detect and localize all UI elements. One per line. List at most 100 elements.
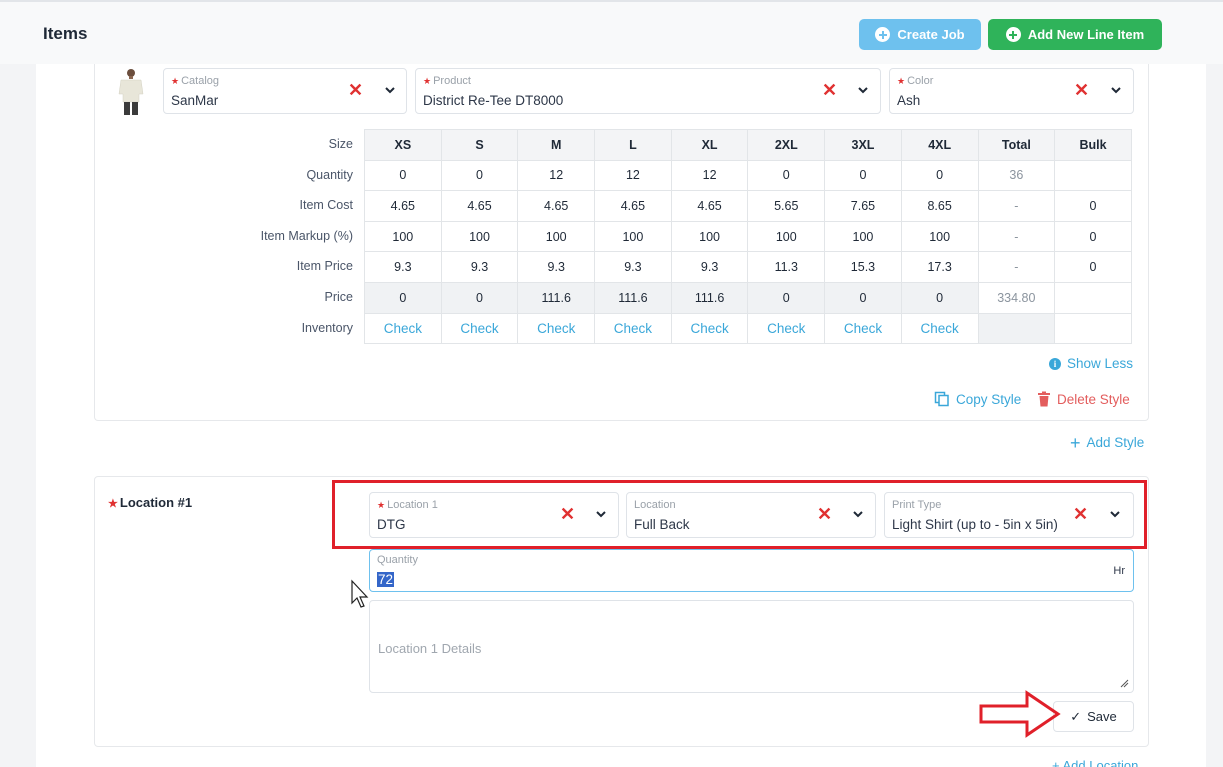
copy-style-link[interactable]: Copy Style <box>934 391 1021 407</box>
quantity-input[interactable]: Quantity 72 Hr <box>369 549 1134 592</box>
delete-style-label: Delete Style <box>1057 391 1130 407</box>
location-details-placeholder: Location 1 Details <box>378 641 482 656</box>
add-new-line-item-button[interactable]: Add New Line Item <box>988 19 1162 50</box>
quantity-cell[interactable]: 0 <box>747 159 826 192</box>
show-less-label: Show Less <box>1067 356 1134 371</box>
price-cell: 0 <box>747 281 826 314</box>
quantity-cell[interactable]: 0 <box>364 159 442 192</box>
quantity-cell[interactable]: 0 <box>900 159 979 192</box>
item-cost-cell[interactable]: 4.65 <box>517 190 596 222</box>
catalog-select[interactable]: ★ Catalog SanMar ✕ <box>163 68 407 114</box>
location-details-textarea[interactable]: Location 1 Details <box>369 600 1134 693</box>
size-header: 3XL <box>824 129 902 161</box>
item-cost-cell[interactable]: 4.65 <box>670 190 749 222</box>
price-cell: 111.6 <box>517 281 596 314</box>
product-thumbnail <box>118 69 144 115</box>
page-title: Items <box>43 24 88 43</box>
item-price-cell[interactable]: 11.3 <box>747 251 826 283</box>
quantity-value[interactable]: 72 <box>377 572 395 587</box>
item-price-bulk[interactable]: 0 <box>1054 251 1132 283</box>
inventory-check-link[interactable]: Check <box>824 312 902 345</box>
price-cell: 111.6 <box>594 281 672 314</box>
item-price-cell[interactable]: 9.3 <box>364 251 442 283</box>
item-cost-cell[interactable]: 5.65 <box>747 190 826 222</box>
clear-icon[interactable]: ✕ <box>822 80 837 101</box>
item-price-cell[interactable]: 9.3 <box>670 251 749 283</box>
inventory-check-link[interactable]: Check <box>670 312 749 345</box>
item-cost-cell[interactable]: 4.65 <box>364 190 442 222</box>
bulk-header: Bulk <box>1054 129 1132 161</box>
highlight-annotation-box <box>332 480 1147 549</box>
item-cost-cell[interactable]: 7.65 <box>824 190 902 222</box>
item-markup-bulk[interactable]: 0 <box>1054 220 1132 253</box>
item-price-cell[interactable]: 9.3 <box>517 251 596 283</box>
item-price-cell[interactable]: 9.3 <box>594 251 672 283</box>
item-cost-cell[interactable]: 8.65 <box>900 190 979 222</box>
color-select[interactable]: ★ Color Ash ✕ <box>889 68 1134 114</box>
quantity-cell[interactable]: 12 <box>670 159 749 192</box>
add-style-link[interactable]: + Add Style <box>1070 432 1145 453</box>
plus-icon: + <box>1052 758 1063 767</box>
add-style-label: Add Style <box>1086 435 1145 450</box>
price-cell: 0 <box>824 281 902 314</box>
product-select[interactable]: ★ Product District Re-Tee DT8000 ✕ <box>415 68 881 114</box>
size-header: XL <box>670 129 749 161</box>
inventory-check-link[interactable]: Check <box>594 312 672 345</box>
inventory-check-link[interactable]: Check <box>517 312 596 345</box>
item-markup-cell[interactable]: 100 <box>594 220 672 253</box>
item-markup-cell[interactable]: 100 <box>900 220 979 253</box>
item-price-cell[interactable]: 15.3 <box>824 251 902 283</box>
delete-style-link[interactable]: Delete Style <box>1037 391 1130 407</box>
row-label-item-cost: Item Cost <box>299 198 354 213</box>
item-cost-cell[interactable]: 4.65 <box>440 190 519 222</box>
quantity-unit: Hr <box>1113 565 1125 577</box>
clear-icon[interactable]: ✕ <box>1074 80 1089 101</box>
resize-handle-icon[interactable] <box>1120 679 1129 688</box>
chevron-down-icon[interactable] <box>1109 83 1123 97</box>
plus-icon: + <box>1070 432 1081 453</box>
item-markup-cell[interactable]: 100 <box>747 220 826 253</box>
size-header: L <box>594 129 672 161</box>
item-markup-cell[interactable]: 100 <box>440 220 519 253</box>
item-markup-cell[interactable]: 100 <box>670 220 749 253</box>
inventory-check-link[interactable]: Check <box>900 312 979 345</box>
item-cost-row: 4.65 4.65 4.65 4.65 4.65 5.65 7.65 8.65 … <box>364 190 1132 222</box>
quantity-cell[interactable]: 0 <box>440 159 519 192</box>
item-markup-cell[interactable]: 100 <box>364 220 442 253</box>
save-button[interactable]: ✓ Save <box>1053 701 1134 732</box>
color-label: Color <box>907 75 934 87</box>
item-markup-cell[interactable]: 100 <box>517 220 596 253</box>
add-location-link[interactable]: + Add Location <box>1052 758 1138 767</box>
item-price-cell[interactable]: 17.3 <box>900 251 979 283</box>
size-quantity-table: XS S M L XL 2XL 3XL 4XL Total Bulk 0 0 1… <box>364 129 1132 345</box>
quantity-cell[interactable]: 12 <box>594 159 672 192</box>
plus-circle-icon <box>875 27 891 42</box>
quantity-bulk[interactable] <box>1054 159 1132 192</box>
size-header: S <box>440 129 519 161</box>
item-price-cell[interactable]: 9.3 <box>440 251 519 283</box>
quantity-total: 36 <box>977 159 1056 192</box>
price-cell: 111.6 <box>670 281 749 314</box>
quantity-label: Quantity <box>377 554 418 566</box>
inventory-check-link[interactable]: Check <box>440 312 519 345</box>
quantity-cell[interactable]: 12 <box>517 159 596 192</box>
quantity-cell[interactable]: 0 <box>824 159 902 192</box>
chevron-down-icon[interactable] <box>856 83 870 97</box>
item-price-total: - <box>977 251 1056 283</box>
location-title: ★ Location #1 <box>108 495 193 510</box>
chevron-down-icon[interactable] <box>383 83 397 97</box>
table-header-row: XS S M L XL 2XL 3XL 4XL Total Bulk <box>364 129 1132 161</box>
inventory-check-link[interactable]: Check <box>364 312 442 345</box>
price-bulk <box>1054 281 1132 314</box>
row-label-price: Price <box>324 289 353 304</box>
row-label-inventory: Inventory <box>301 320 353 335</box>
product-value: District Re-Tee DT8000 <box>423 93 564 108</box>
check-icon: ✓ <box>1070 708 1082 724</box>
create-job-button[interactable]: Create Job <box>859 19 981 50</box>
item-markup-cell[interactable]: 100 <box>824 220 902 253</box>
clear-icon[interactable]: ✕ <box>348 80 363 101</box>
item-cost-cell[interactable]: 4.65 <box>594 190 672 222</box>
show-less-link[interactable]: i Show Less <box>1049 356 1133 371</box>
item-cost-bulk[interactable]: 0 <box>1054 190 1132 222</box>
inventory-check-link[interactable]: Check <box>747 312 826 345</box>
